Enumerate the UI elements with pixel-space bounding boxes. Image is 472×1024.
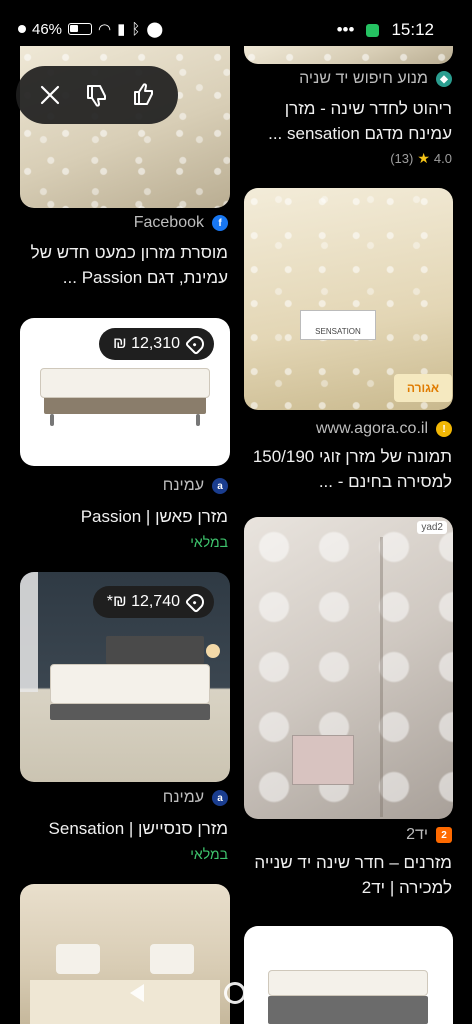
result-image-top-right[interactable] bbox=[244, 46, 453, 64]
source-label: יד2 bbox=[406, 826, 428, 843]
sensation-label: SENSATION bbox=[300, 310, 376, 340]
signal-icon: ▮ bbox=[117, 21, 126, 38]
curtain bbox=[20, 572, 38, 692]
yad2-icon: 2 bbox=[436, 827, 452, 843]
facebook-icon: f bbox=[212, 215, 228, 231]
bed-leg bbox=[50, 414, 54, 426]
stock-status: במלאי bbox=[190, 534, 228, 550]
source-yad2[interactable]: 2 יד2 bbox=[406, 826, 452, 844]
rating: 4.0 ★ (13) bbox=[390, 150, 452, 167]
battery-percent: 46% bbox=[32, 20, 63, 38]
back-icon[interactable] bbox=[130, 984, 144, 1002]
wifi-icon: ◠ bbox=[98, 21, 112, 38]
aminach-icon: a bbox=[212, 790, 228, 806]
bed-base bbox=[50, 704, 210, 720]
source-aminach[interactable]: a עמינח bbox=[163, 477, 228, 495]
aminach-icon: a bbox=[212, 478, 228, 494]
source-label: www.agora.co.il bbox=[315, 420, 428, 437]
pillow bbox=[150, 944, 194, 974]
mattress-shape bbox=[50, 664, 210, 704]
rating-value: 4.0 bbox=[433, 151, 452, 166]
review-count: (13) bbox=[390, 151, 414, 166]
headboard bbox=[106, 636, 204, 664]
status-icons-right: ••• 15:12 bbox=[337, 20, 434, 40]
feedback-pill bbox=[16, 66, 178, 124]
thumbs-up-icon[interactable] bbox=[128, 79, 160, 111]
source-facebook[interactable]: f Facebook bbox=[134, 214, 228, 232]
source-second-hand[interactable]: ◆ מנוע חיפוש יד שניה bbox=[299, 70, 452, 88]
source-aminach[interactable]: a עמינח bbox=[163, 789, 228, 807]
result-title[interactable]: ריהוט לחדר שינה - מזרן עמינח מדגם sensat… bbox=[242, 96, 452, 146]
search-engine-icon: ◆ bbox=[436, 71, 452, 87]
pillow bbox=[56, 944, 100, 974]
home-icon[interactable] bbox=[224, 982, 246, 1004]
price-value: 12,740 ₪* bbox=[106, 593, 180, 610]
whatsapp-icon bbox=[366, 23, 380, 37]
status-icons-left: 46% ◠ ▮ ᛒ ⬤ bbox=[18, 20, 163, 38]
more-notifications-icon: ••• bbox=[336, 20, 355, 39]
mattress-seam bbox=[380, 537, 383, 817]
bed-base bbox=[44, 396, 206, 414]
yad2-badge: yad2 bbox=[417, 521, 447, 534]
clock: 15:12 bbox=[391, 20, 434, 39]
source-agora[interactable]: ! www.agora.co.il bbox=[316, 420, 452, 438]
price-value: 12,310 ₪ bbox=[113, 335, 180, 352]
result-title[interactable]: מזרנים – חדר שינה יד שנייה למכירה | יד2 bbox=[242, 850, 452, 900]
thumbs-down-icon[interactable] bbox=[81, 79, 113, 111]
notification-dot-icon bbox=[18, 25, 26, 33]
result-image-yad2[interactable]: yad2 bbox=[244, 517, 453, 819]
mattress-shape bbox=[40, 368, 210, 398]
lamp-icon bbox=[206, 644, 220, 658]
mattress-label bbox=[292, 735, 354, 785]
result-image-agora[interactable]: SENSATION אגורה bbox=[244, 188, 453, 410]
bluetooth-icon: ᛒ bbox=[131, 20, 141, 38]
battery-icon bbox=[68, 23, 93, 35]
price-tag-icon bbox=[184, 590, 208, 614]
bed-leg bbox=[196, 414, 200, 426]
price-tag[interactable]: 12,310 ₪ bbox=[99, 328, 214, 360]
result-title[interactable]: מוסרת מזרון כמעט חדש של עמינת, דגם Passi… bbox=[14, 240, 228, 290]
close-icon[interactable] bbox=[34, 79, 66, 111]
system-nav-bar bbox=[0, 974, 472, 1014]
result-title[interactable]: מזרן סנסיישן | Sensation bbox=[14, 816, 228, 841]
price-tag[interactable]: 12,740 ₪* bbox=[92, 586, 214, 618]
result-title[interactable]: מזרן פאשן | Passion bbox=[14, 504, 228, 529]
agora-icon: ! bbox=[436, 421, 452, 437]
source-label: Facebook bbox=[133, 214, 204, 231]
source-label: מנוע חיפוש יד שניה bbox=[299, 70, 428, 87]
source-label: עמינח bbox=[162, 477, 204, 494]
source-label: עמינח bbox=[162, 789, 204, 806]
star-icon: ★ bbox=[417, 150, 430, 166]
stock-status: במלאי bbox=[190, 846, 228, 862]
agora-logo: אגורה bbox=[394, 374, 452, 402]
price-tag-icon bbox=[184, 332, 208, 356]
result-title[interactable]: תמונה של מזרן זוגי 150/190 למסירה בחינם … bbox=[242, 444, 452, 494]
location-icon: ⬤ bbox=[146, 21, 164, 38]
